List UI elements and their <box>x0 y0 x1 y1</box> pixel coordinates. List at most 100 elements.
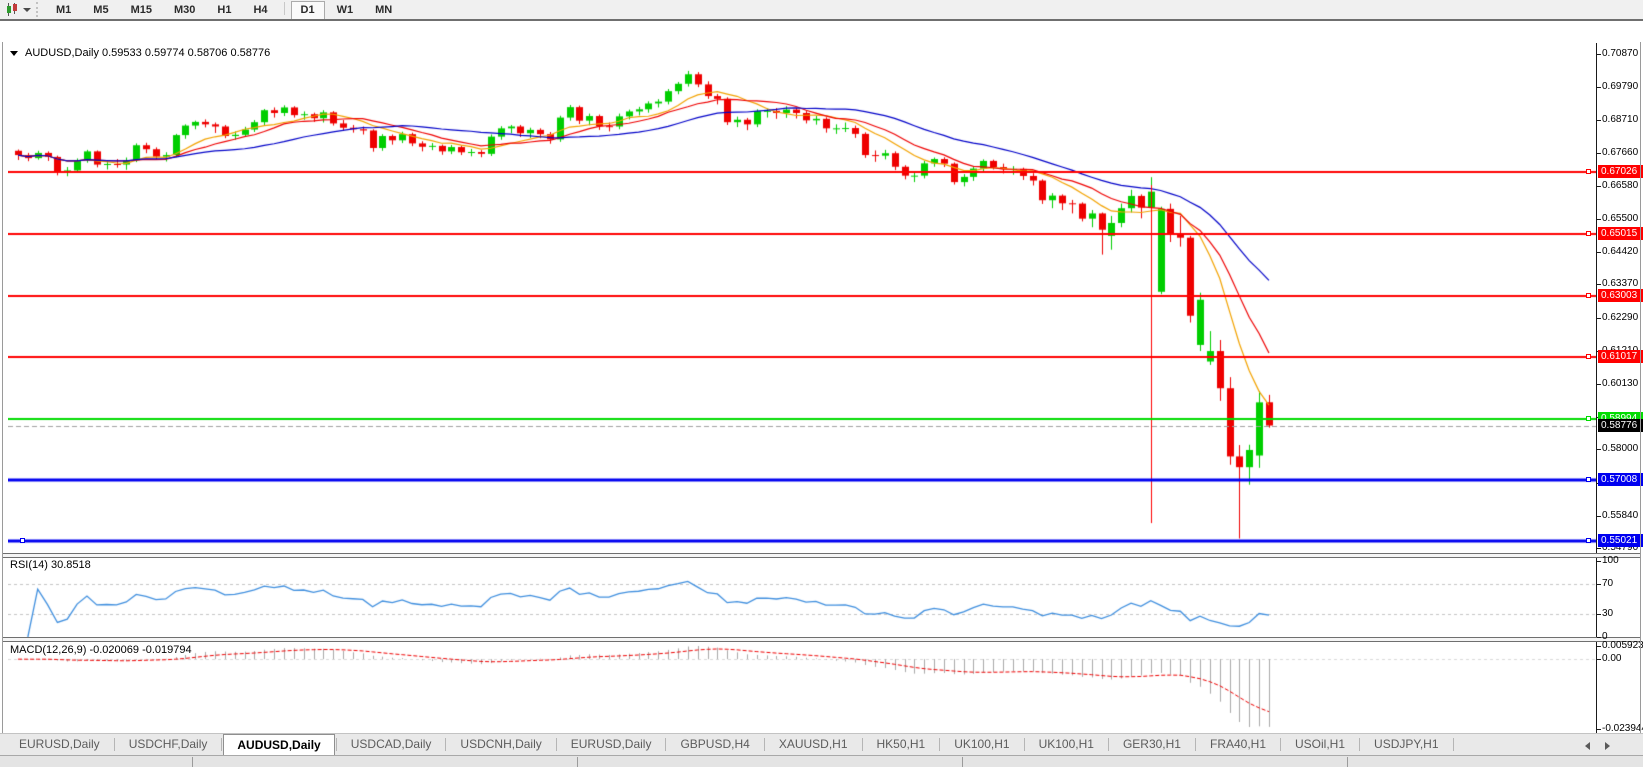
tab-separator <box>1024 738 1025 751</box>
price-tick <box>1597 54 1601 55</box>
macd-tick <box>1597 729 1601 730</box>
chart-tab-uk100-h1[interactable]: UK100,H1 <box>1026 734 1107 755</box>
chart-tab-hk50-h1[interactable]: HK50,H1 <box>864 734 939 755</box>
price-tick-label: 0.69790 <box>1602 81 1638 92</box>
price-line-label: 0.67026 <box>1598 165 1643 178</box>
price-tick-label: 0.60130 <box>1602 378 1638 389</box>
tab-separator <box>1359 738 1360 751</box>
price-line-label: 0.61017 <box>1598 350 1643 363</box>
macd-indicator-label: MACD(12,26,9) -0.020069 -0.019794 <box>10 644 192 656</box>
tab-separator <box>1453 738 1454 751</box>
timeframe-toolbar: M1M5M15M30H1H4 D1W1MN <box>44 0 402 19</box>
tab-separator <box>445 738 446 751</box>
chart-tab-audusd-daily[interactable]: AUDUSD,Daily <box>223 734 334 756</box>
price-axis-line <box>1596 43 1597 733</box>
rsi-tick-label: 30 <box>1602 608 1613 619</box>
line-handle[interactable] <box>1586 354 1591 359</box>
chart-tab-usdjpy-h1[interactable]: USDJPY,H1 <box>1361 734 1451 755</box>
tab-separator <box>1108 738 1109 751</box>
rsi-tick <box>1597 561 1601 562</box>
tab-scroll-right-icon[interactable] <box>1605 742 1610 750</box>
price-tick <box>1597 87 1601 88</box>
toolbar-grip <box>36 2 41 17</box>
rsi-indicator-label: RSI(14) 30.8518 <box>10 559 91 571</box>
candlestick-chart-icon[interactable] <box>5 3 19 16</box>
statusbar-separator <box>577 757 578 767</box>
rsi-tick <box>1597 637 1601 638</box>
rsi-tick-label: 70 <box>1602 578 1613 589</box>
tab-scroll-left-icon[interactable] <box>1585 742 1590 750</box>
symbol-dropdown-icon[interactable] <box>10 51 18 56</box>
macd-tick <box>1597 659 1601 660</box>
macd-tick-label: 0.005923 <box>1602 640 1643 651</box>
mt4-terminal: M1M5M15M30H1H4 D1W1MN AUDUSD,Daily 0.5953… <box>0 0 1643 767</box>
tab-separator <box>939 738 940 751</box>
rsi-tick <box>1597 584 1601 585</box>
timeframe-button-m15[interactable]: M15 <box>121 1 162 20</box>
chart-type-dropdown-icon[interactable] <box>23 8 31 12</box>
price-tick-label: 0.70870 <box>1602 48 1638 59</box>
price-tick-label: 0.66580 <box>1602 180 1638 191</box>
timeframe-button-m30[interactable]: M30 <box>164 1 205 20</box>
chart-tab-ger30-h1[interactable]: GER30,H1 <box>1110 734 1194 755</box>
timeframe-button-d1[interactable]: D1 <box>291 1 325 20</box>
price-tick <box>1597 186 1601 187</box>
price-line-label: 0.63003 <box>1598 289 1643 302</box>
panel-separator[interactable] <box>2 553 1641 558</box>
chart-title: AUDUSD,Daily 0.59533 0.59774 0.58706 0.5… <box>10 47 270 61</box>
price-tick-label: 0.58000 <box>1602 443 1638 454</box>
chart-tab-usdchf-daily[interactable]: USDCHF,Daily <box>116 734 221 755</box>
price-tick <box>1597 252 1601 253</box>
panel-separator[interactable] <box>2 637 1641 642</box>
tab-separator <box>1195 738 1196 751</box>
timeframe-button-h1[interactable]: H1 <box>207 1 241 20</box>
price-tick <box>1597 284 1601 285</box>
tab-separator <box>665 738 666 751</box>
timeframe-button-mn[interactable]: MN <box>365 1 402 20</box>
chart-tab-fra40-h1[interactable]: FRA40,H1 <box>1197 734 1279 755</box>
line-handle[interactable] <box>1586 416 1591 421</box>
chart-tab-eurusd-daily[interactable]: EURUSD,Daily <box>6 734 113 755</box>
line-handle[interactable] <box>20 538 25 543</box>
macd-tick <box>1597 646 1601 647</box>
price-tick <box>1597 318 1601 319</box>
chart-tab-xauusd-h1[interactable]: XAUUSD,H1 <box>766 734 861 755</box>
price-line-label: 0.55021 <box>1598 534 1643 547</box>
line-handle[interactable] <box>1586 169 1591 174</box>
chart-tab-usdcnh-daily[interactable]: USDCNH,Daily <box>447 734 554 755</box>
line-handle[interactable] <box>1586 477 1591 482</box>
price-tick-label: 0.67660 <box>1602 147 1638 158</box>
chart-tab-bar: EURUSD,DailyUSDCHF,DailyAUDUSD,DailyUSDC… <box>0 733 1643 756</box>
tab-separator <box>114 738 115 751</box>
price-tick <box>1597 120 1601 121</box>
price-tick <box>1597 516 1601 517</box>
price-tick-label: 0.64420 <box>1602 246 1638 257</box>
chart-tab-uk100-h1[interactable]: UK100,H1 <box>941 734 1022 755</box>
timeframe-button-m5[interactable]: M5 <box>83 1 118 20</box>
line-handle[interactable] <box>1586 538 1591 543</box>
chart-tab-eurusd-daily[interactable]: EURUSD,Daily <box>558 734 665 755</box>
timeframe-button-h4[interactable]: H4 <box>243 1 277 20</box>
price-chart-canvas[interactable] <box>8 43 1596 553</box>
statusbar-separator <box>192 757 193 767</box>
window-left-edge <box>2 42 3 754</box>
line-handle[interactable] <box>1586 231 1591 236</box>
price-tick <box>1597 449 1601 450</box>
price-tick-label: 0.65500 <box>1602 213 1638 224</box>
statusbar-separator <box>962 757 963 767</box>
chart-tab-gbpusd-h4[interactable]: GBPUSD,H4 <box>667 734 762 755</box>
chart-tab-usoil-h1[interactable]: USOil,H1 <box>1282 734 1358 755</box>
line-handle[interactable] <box>1586 293 1591 298</box>
current-price-label: 0.58776 <box>1598 419 1643 432</box>
macd-panel-canvas[interactable] <box>8 642 1596 733</box>
price-tick-label: 0.68710 <box>1602 114 1638 125</box>
rsi-panel-canvas[interactable] <box>8 557 1596 637</box>
timeframe-button-w1[interactable]: W1 <box>327 1 364 20</box>
price-tick <box>1597 153 1601 154</box>
macd-tick-label: 0.00 <box>1602 653 1621 664</box>
chart-tab-usdcad-daily[interactable]: USDCAD,Daily <box>338 734 445 755</box>
price-line-label: 0.65015 <box>1598 227 1643 240</box>
price-tick-label: 0.62290 <box>1602 312 1638 323</box>
tab-separator <box>1280 738 1281 751</box>
timeframe-button-m1[interactable]: M1 <box>46 1 81 20</box>
